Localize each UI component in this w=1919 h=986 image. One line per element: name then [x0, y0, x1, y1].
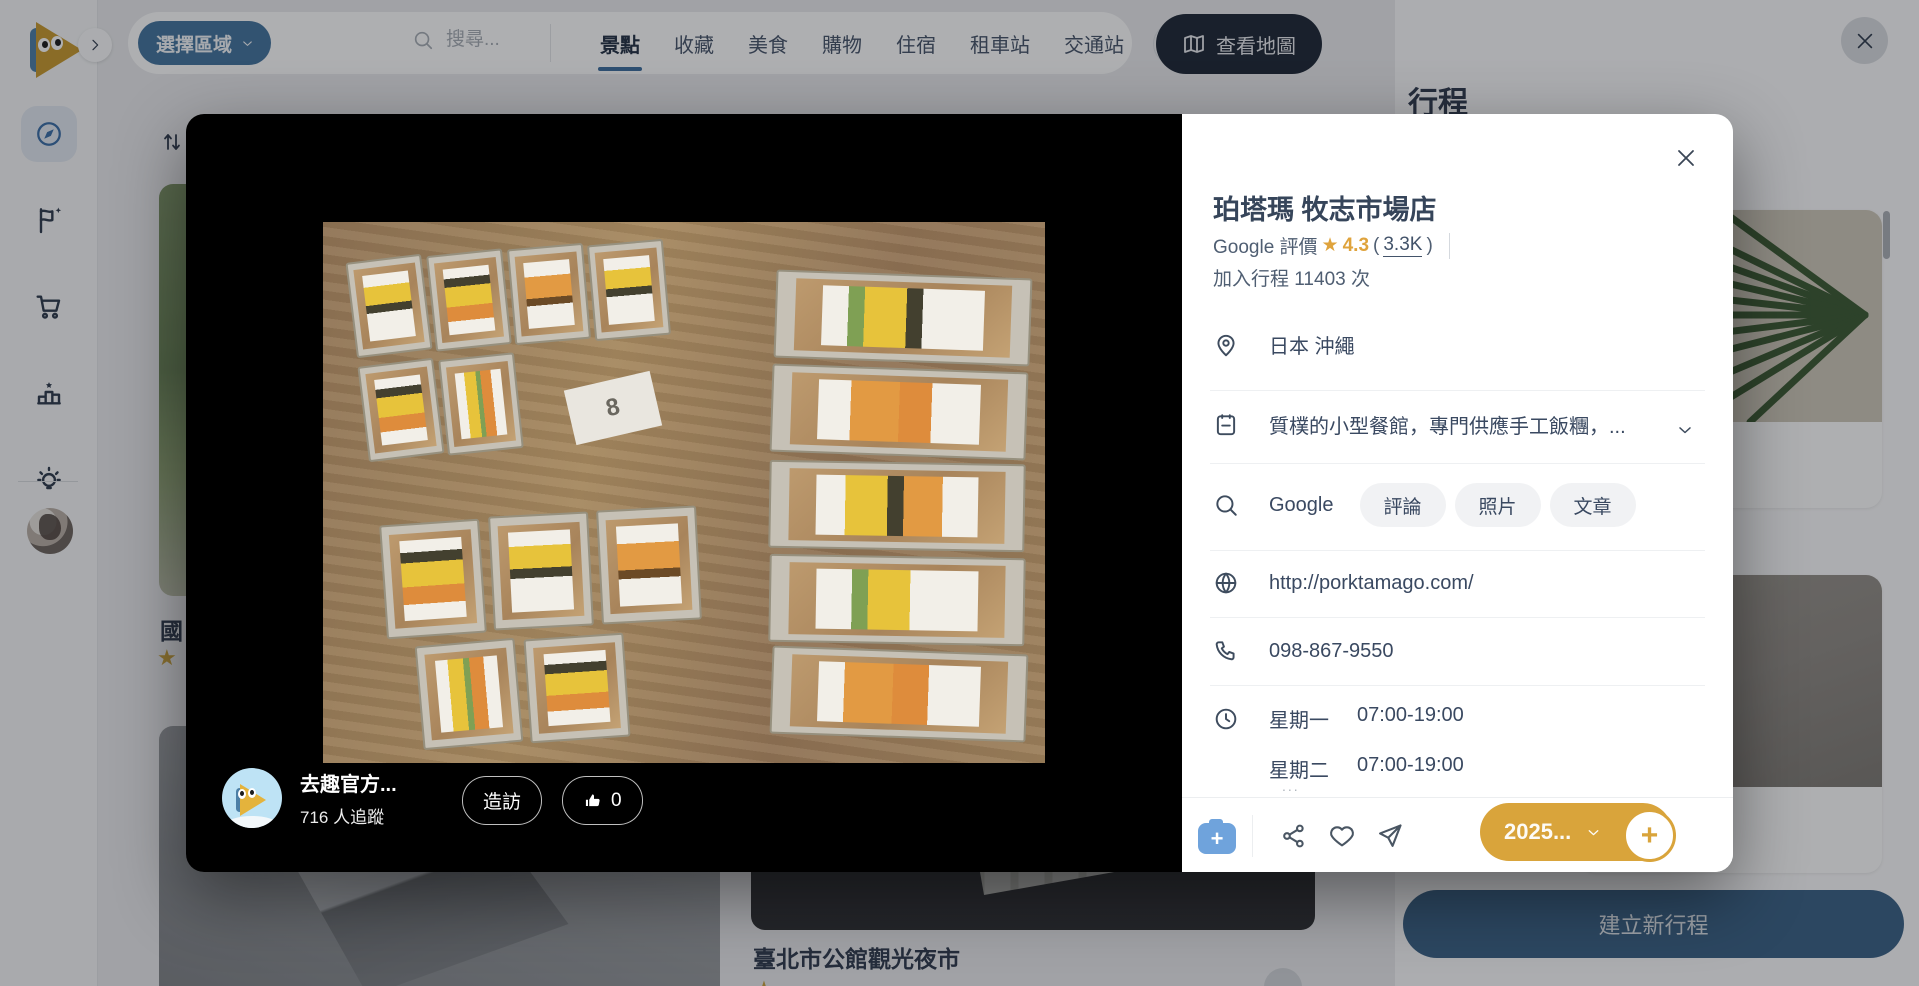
add-to-trip-button[interactable]: +: [1623, 809, 1676, 862]
search-icon: [1216, 495, 1237, 516]
globe-icon: [1215, 572, 1237, 594]
food-box: [769, 645, 1029, 743]
send-button[interactable]: [1376, 822, 1404, 850]
location-text: 日本 沖繩: [1269, 336, 1355, 358]
hours-time: 07:00-19:00: [1357, 754, 1464, 776]
food-box: [596, 505, 702, 625]
food-box: [506, 242, 592, 346]
description-row[interactable]: 質樸的小型餐館，專門供應手工飯糰，...: [1213, 410, 1705, 439]
paren-open: (: [1373, 234, 1380, 256]
divider: [1210, 463, 1705, 464]
hours-line: 星期一 07:00-19:00: [1269, 704, 1464, 733]
website-link[interactable]: http://porktamago.com/: [1269, 572, 1474, 595]
phone-icon: [1215, 641, 1235, 661]
heart-icon: [1330, 826, 1354, 847]
food-box: [768, 553, 1026, 647]
website-row[interactable]: http://porktamago.com/: [1213, 570, 1705, 596]
hours-day: 星期一: [1269, 710, 1329, 732]
food-box: [414, 637, 524, 751]
footer-divider: [1252, 815, 1253, 857]
publisher-actions: 造訪 0: [462, 776, 643, 825]
publisher-followers: 716 人追蹤: [300, 808, 385, 827]
visit-button[interactable]: 造訪: [462, 776, 543, 825]
added-to-trips-count: 加入行程 11403 次: [1213, 269, 1370, 290]
modal-footer: + 2025... +: [1182, 797, 1733, 872]
food-photo[interactable]: 8: [323, 222, 1045, 763]
divider: [1210, 550, 1705, 551]
chevron-down-icon: [1588, 829, 1599, 835]
food-box: [438, 352, 524, 456]
brand-card: 8: [563, 370, 663, 446]
thumbs-up-icon: [585, 793, 600, 806]
like-count: 0: [611, 789, 622, 811]
brand-mark: 8: [603, 392, 623, 423]
food-box: [357, 357, 445, 463]
food-box: [379, 518, 487, 640]
publisher-name: 去趣官方...: [300, 774, 397, 796]
location-row: 日本 沖繩: [1213, 330, 1705, 359]
rating-value: 4.3: [1342, 234, 1370, 256]
trip-selector-label: 2025...: [1504, 819, 1572, 844]
app-root: 選擇區域 景點 收藏 美食 購物 住宿 租車站 交通站 查看地圖 國: [0, 0, 1919, 986]
food-box: [426, 248, 512, 352]
visit-label: 造訪: [483, 792, 522, 813]
rating-prefix: Google 評價: [1213, 237, 1318, 258]
note-icon: [1216, 413, 1236, 435]
divider: [1210, 390, 1705, 391]
photo-viewer: 8 去趣官方... 716 人追蹤 造訪 0: [186, 114, 1182, 872]
hours-time: 07:00-19:00: [1357, 704, 1464, 726]
rating-count-link[interactable]: 3.3K: [1383, 234, 1423, 257]
publisher-avatar[interactable]: [222, 768, 282, 828]
food-box: [523, 632, 631, 744]
publisher-texts: 去趣官方... 716 人追蹤: [300, 768, 397, 828]
place-detail-modal: 8 去趣官方... 716 人追蹤 造訪 0 珀塔瑪 牧志市場店 Google …: [186, 114, 1733, 872]
phone-row[interactable]: 098-867-9550: [1213, 638, 1705, 664]
favorite-button[interactable]: [1328, 822, 1356, 850]
share-icon: [1283, 824, 1304, 848]
hours-more-hint: ...: [1282, 778, 1300, 794]
food-box: [586, 238, 672, 342]
chevron-down-icon[interactable]: [1675, 420, 1695, 440]
add-photo-button[interactable]: +: [1198, 819, 1236, 854]
food-box: [488, 511, 594, 631]
google-articles-button[interactable]: 文章: [1549, 483, 1636, 527]
paren-close: ): [1426, 234, 1433, 256]
send-icon: [1379, 824, 1402, 847]
divider: [1210, 685, 1705, 686]
plus-icon: +: [1640, 818, 1659, 852]
phone-number: 098-867-9550: [1269, 639, 1394, 662]
close-icon: [1678, 150, 1694, 166]
google-reviews-button[interactable]: 評論: [1359, 483, 1446, 527]
google-label: Google: [1269, 493, 1334, 516]
place-title: 珀塔瑪 牧志市場店: [1213, 195, 1437, 225]
publisher-info[interactable]: 去趣官方... 716 人追蹤: [222, 768, 397, 828]
hours-row: 星期一 07:00-19:00 星期二 07:00-19:00: [1213, 704, 1705, 783]
food-box: [768, 459, 1026, 553]
rating-star-icon: ★: [1321, 235, 1339, 256]
share-button[interactable]: [1280, 822, 1308, 850]
like-button[interactable]: 0: [562, 776, 643, 825]
clock-icon: [1215, 708, 1237, 730]
opening-hours: 星期一 07:00-19:00 星期二 07:00-19:00: [1269, 704, 1464, 783]
food-box: [769, 363, 1029, 461]
description-text: 質樸的小型餐館，專門供應手工飯糰，...: [1269, 416, 1626, 438]
rating-divider: [1448, 232, 1450, 259]
place-detail-panel: 珀塔瑪 牧志市場店 Google 評價 ★ 4.3 ( 3.3K ) 加入行程 1…: [1182, 114, 1733, 872]
map-pin-icon: [1217, 334, 1235, 356]
place-rating-line: Google 評價 ★ 4.3 ( 3.3K ): [1213, 232, 1450, 259]
modal-close-button[interactable]: [1674, 146, 1698, 170]
google-links-row: Google 評論 照片 文章: [1213, 483, 1705, 527]
divider: [1210, 617, 1705, 618]
plus-icon: +: [1210, 825, 1224, 851]
food-box: [345, 253, 433, 359]
google-photos-button[interactable]: 照片: [1454, 483, 1541, 527]
food-box: [773, 269, 1033, 367]
